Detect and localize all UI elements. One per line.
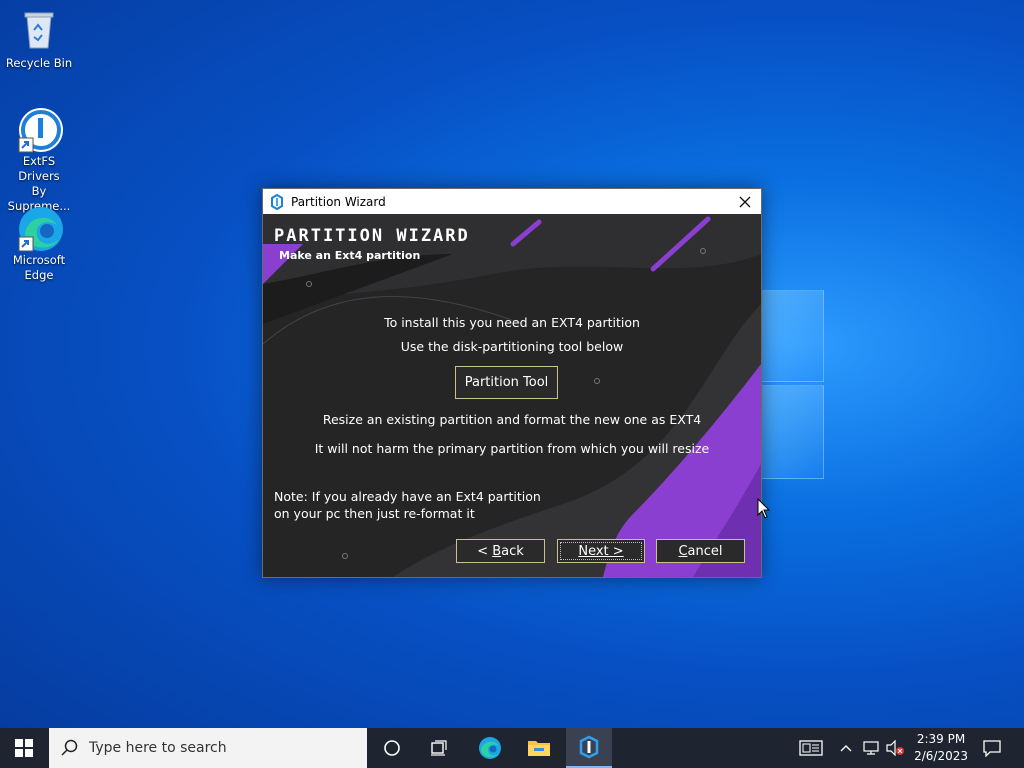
instruction-line-3: Resize an existing partition and format … <box>322 412 702 427</box>
recycle-bin-icon <box>17 8 61 52</box>
task-view-icon <box>431 740 447 756</box>
back-mnemonic: B <box>492 543 502 559</box>
volume-button[interactable] <box>884 728 906 768</box>
edge-label-1: Microsoft <box>12 253 66 267</box>
mouse-cursor-icon <box>757 498 771 519</box>
dialog-body: PARTITION WIZARD Make an Ext4 partition … <box>263 214 761 577</box>
partition-wizard-dialog: Partition Wizard PARTITION WIZARD Make a… <box>262 188 762 578</box>
windows-start-icon <box>15 739 33 757</box>
file-explorer-button[interactable] <box>517 728 561 768</box>
recycle-bin-desktop-icon[interactable]: Recycle Bin <box>1 8 77 71</box>
close-icon <box>739 196 751 207</box>
recycle-bin-label: Recycle Bin <box>5 56 73 70</box>
edge-desktop-icon[interactable]: Microsoft Edge <box>1 205 77 283</box>
edge-label-2: Edge <box>24 268 54 282</box>
next-rest: ext > <box>588 543 624 559</box>
network-button[interactable] <box>860 728 882 768</box>
cancel-rest: ancel <box>687 543 723 559</box>
next-mnemonic: N <box>578 543 589 559</box>
taskbar-edge-button[interactable] <box>468 728 512 768</box>
clock-date: 2/6/2023 <box>914 749 968 763</box>
note-line-2: on your pc then just re-format it <box>274 506 475 521</box>
volume-muted-icon <box>886 740 904 756</box>
partition-wizard-taskbar-button[interactable] <box>566 728 612 768</box>
next-button[interactable]: Next > <box>557 539 645 563</box>
action-center-button[interactable] <box>972 728 1012 768</box>
partition-wizard-app-icon <box>271 193 283 210</box>
chevron-up-icon <box>840 745 852 752</box>
search-icon <box>61 739 78 756</box>
dialog-title: Partition Wizard <box>291 194 386 209</box>
folder-icon <box>528 741 550 756</box>
cortana-button[interactable] <box>370 728 414 768</box>
back-rest: ack <box>501 543 524 559</box>
instruction-line-1: To install this you need an EXT4 partiti… <box>384 315 640 330</box>
cancel-mnemonic: C <box>678 543 688 559</box>
partition-wizard-icon <box>579 735 599 759</box>
instruction-line-4: It will not harm the primary partition f… <box>314 441 710 456</box>
show-hidden-icons-button[interactable] <box>836 728 856 768</box>
instruction-line-2: Use the disk-partitioning tool below <box>400 339 624 354</box>
taskbar-clock[interactable]: 2:39 PM 2/6/2023 <box>914 731 968 765</box>
network-icon <box>863 741 879 755</box>
dialog-titlebar[interactable]: Partition Wizard <box>263 189 761 214</box>
extfs-label-1: ExtFS Drivers <box>18 154 60 183</box>
news-button[interactable] <box>795 728 827 768</box>
back-prefix: < <box>477 543 493 559</box>
wizard-header-title: PARTITION WIZARD <box>274 226 470 246</box>
close-button[interactable] <box>729 189 761 214</box>
extfs-icon <box>17 106 63 153</box>
extfs-desktop-icon[interactable]: ExtFS Drivers By Supreme... <box>1 106 77 214</box>
taskbar: Type here to search 2:39 PM 2/6/2023 <box>0 728 1024 768</box>
cortana-circle-icon <box>384 740 400 756</box>
edge-icon <box>17 205 63 252</box>
news-icon <box>799 740 823 756</box>
partition-tool-button[interactable]: Partition Tool <box>455 366 558 399</box>
edge-icon <box>479 737 501 759</box>
note-line-1: Note: If you already have an Ext4 partit… <box>274 489 541 504</box>
clock-time: 2:39 PM <box>916 732 966 746</box>
search-placeholder: Type here to search <box>89 740 227 756</box>
notification-icon <box>983 740 1001 757</box>
taskbar-search-box[interactable]: Type here to search <box>49 728 367 768</box>
task-view-button[interactable] <box>418 728 462 768</box>
start-button[interactable] <box>0 728 48 768</box>
cancel-button[interactable]: Cancel <box>656 539 745 563</box>
back-button[interactable]: < Back <box>456 539 545 563</box>
wizard-header-subtitle: Make an Ext4 partition <box>279 249 421 262</box>
